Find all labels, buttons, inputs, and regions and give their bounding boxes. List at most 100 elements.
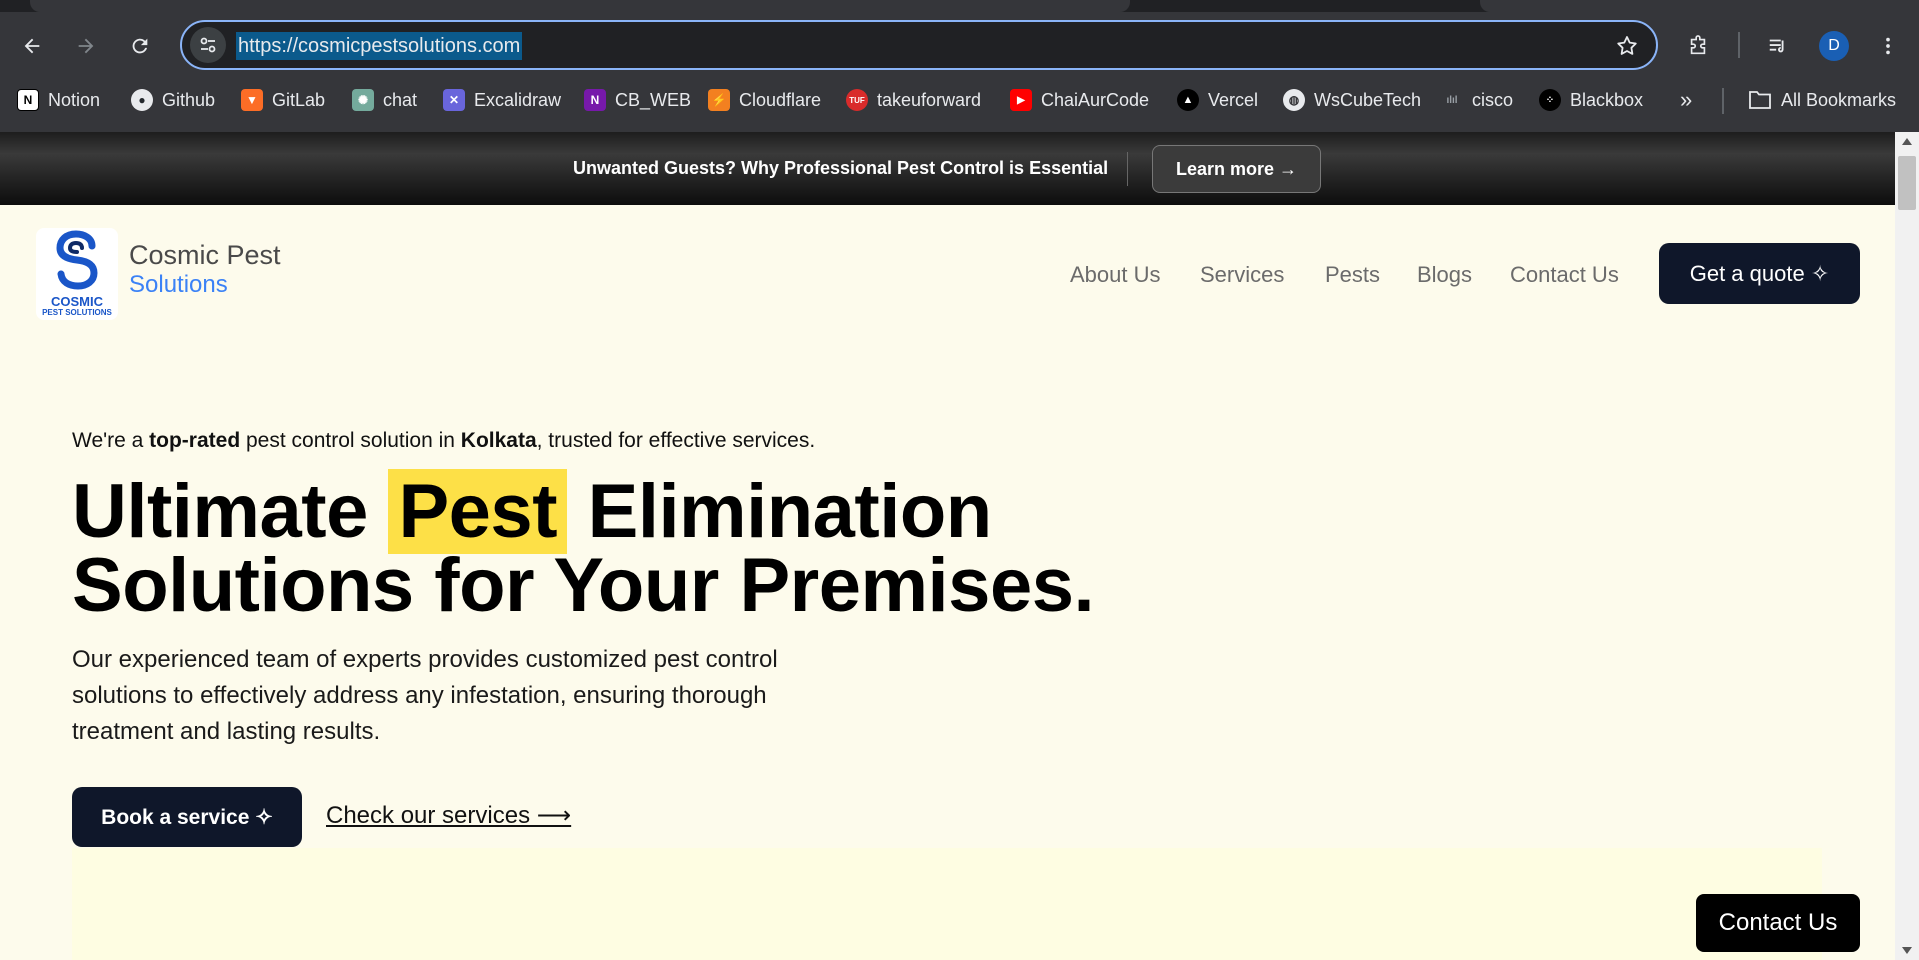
logo-wordmark: COSMIC xyxy=(51,294,103,309)
learn-more-button[interactable]: Learn more → xyxy=(1152,145,1321,193)
bookmark-notion[interactable]: N Notion xyxy=(17,84,100,116)
site-logo[interactable]: COSMIC PEST SOLUTIONS xyxy=(36,228,118,320)
bookmark-label: Cloudflare xyxy=(739,89,822,110)
active-tab[interactable] xyxy=(30,0,1130,12)
browser-chrome: https://cosmicpestsolutions.com D N Notio… xyxy=(0,0,1919,132)
back-button[interactable] xyxy=(14,28,50,64)
bookmarks-overflow-button[interactable]: » xyxy=(1680,84,1692,116)
vercel-icon: ▲ xyxy=(1177,89,1199,111)
bookmark-label: Vercel xyxy=(1208,89,1259,110)
hero-description: Our experienced team of experts provides… xyxy=(72,646,778,745)
excalidraw-icon: ✕ xyxy=(443,89,465,111)
scroll-down-arrow-icon[interactable] xyxy=(1902,947,1912,954)
url-text[interactable]: https://cosmicpestsolutions.com xyxy=(236,32,523,60)
bookmark-label: GitLab xyxy=(272,89,326,110)
announcement-text: Unwanted Guests? Why Professional Pest C… xyxy=(573,158,1109,178)
tagline-text: We're a xyxy=(72,429,150,452)
bookmark-takeuforward[interactable]: TUF takeuforward xyxy=(846,84,981,116)
reload-button[interactable] xyxy=(122,28,158,64)
bookmark-label: Github xyxy=(162,89,216,110)
hero-title-text: Elimination xyxy=(567,469,993,554)
bookmarks-divider xyxy=(1722,88,1724,114)
profile-avatar[interactable]: D xyxy=(1819,31,1849,61)
bookmark-chat[interactable]: ✺ chat xyxy=(352,84,417,116)
hero-title-text: Ultimate xyxy=(72,469,389,554)
nav-contact-us[interactable]: Contact Us xyxy=(1510,262,1619,288)
bookmark-label: cisco xyxy=(1472,89,1514,110)
cisco-icon: ılıl xyxy=(1446,94,1458,106)
nav-services[interactable]: Services xyxy=(1200,262,1284,288)
bookmark-star-icon[interactable] xyxy=(1612,31,1642,61)
page-scrollbar[interactable] xyxy=(1895,132,1919,960)
hero-media-panel xyxy=(72,848,1822,960)
nav-blogs[interactable]: Blogs xyxy=(1417,262,1472,288)
tagline-text: pest control solution in xyxy=(240,429,461,452)
bookmark-label: Excalidraw xyxy=(474,89,562,110)
media-list-icon xyxy=(1769,39,1784,53)
reload-icon xyxy=(132,38,148,54)
onenote-icon: N xyxy=(584,89,606,111)
blackbox-icon: ⁘ xyxy=(1539,89,1561,111)
scroll-thumb[interactable] xyxy=(1898,156,1916,210)
bookmarks-bar: N Notion ● Github ▼ GitLab ✺ chat ✕ Excalidra… xyxy=(0,84,1919,116)
hero-tagline: We're a top-rated pest control solution … xyxy=(72,429,815,453)
toolbar-divider xyxy=(1738,32,1740,58)
check-services-link[interactable]: Check our services ⟶ xyxy=(326,801,571,830)
github-icon: ● xyxy=(131,89,153,111)
nav-about-us[interactable]: About Us xyxy=(1070,262,1161,288)
announcement-bar: Unwanted Guests? Why Professional Pest C… xyxy=(0,132,1895,205)
chatgpt-icon: ✺ xyxy=(352,89,374,111)
address-bar[interactable]: https://cosmicpestsolutions.com xyxy=(180,20,1658,70)
puzzle-icon xyxy=(1690,35,1706,55)
bookmark-blackbox[interactable]: ⁘ Blackbox xyxy=(1539,84,1643,116)
announcement-divider xyxy=(1127,152,1128,186)
tuf-icon: TUF xyxy=(846,89,868,111)
cloudflare-icon: ⚡ xyxy=(708,89,730,111)
bookmark-cloudflare[interactable]: ⚡ Cloudflare xyxy=(708,84,821,116)
arrow-left-icon xyxy=(24,38,40,54)
forward-button[interactable] xyxy=(68,28,104,64)
bookmark-label: WsCubeTech xyxy=(1314,89,1422,110)
reading-list-button[interactable] xyxy=(1760,28,1796,64)
hero-title-highlight: Pest xyxy=(388,469,568,554)
hero-title: Ultimate Pest Elimination Solutions for … xyxy=(72,469,1095,624)
floating-contact-button[interactable]: Contact Us xyxy=(1696,894,1860,952)
youtube-icon: ▶ xyxy=(1010,89,1032,111)
background-tab[interactable] xyxy=(1480,0,1919,12)
bookmark-wscubetech[interactable]: ◍ WsCubeTech xyxy=(1283,84,1421,116)
bookmark-chaiaurcode[interactable]: ▶ ChaiAurCode xyxy=(1010,84,1149,116)
get-quote-button[interactable]: Get a quote ✧ xyxy=(1659,243,1860,304)
bookmark-label: ChaiAurCode xyxy=(1041,89,1150,110)
globe-icon: ◍ xyxy=(1283,89,1305,111)
tagline-emphasis: top-rated xyxy=(149,429,241,452)
bookmark-vercel[interactable]: ▲ Vercel xyxy=(1177,84,1258,116)
bookmark-github[interactable]: ● Github xyxy=(131,84,215,116)
extensions-button[interactable] xyxy=(1680,28,1716,64)
brand-name[interactable]: Cosmic Pest xyxy=(129,240,281,271)
bookmark-label: chat xyxy=(383,89,418,110)
bookmark-gitlab[interactable]: ▼ GitLab xyxy=(241,84,325,116)
nav-pests[interactable]: Pests xyxy=(1325,262,1380,288)
site-info-icon[interactable] xyxy=(190,27,226,63)
notion-icon: N xyxy=(17,89,39,111)
bookmark-cbweb[interactable]: N CB_WEB xyxy=(584,84,691,116)
kebab-menu-icon xyxy=(1886,37,1890,55)
book-service-button[interactable]: Book a service ✧ xyxy=(72,787,302,847)
bookmark-excalidraw[interactable]: ✕ Excalidraw xyxy=(443,84,561,116)
cosmic-logo-icon xyxy=(56,230,98,290)
brand-name-accent[interactable]: Solutions xyxy=(129,271,228,299)
logo-subtext: PEST SOLUTIONS xyxy=(42,308,112,317)
folder-icon xyxy=(1749,91,1771,109)
arrow-right-icon xyxy=(78,38,94,54)
menu-button[interactable] xyxy=(1870,28,1906,64)
tagline-location: Kolkata xyxy=(460,429,537,452)
bookmark-label: Notion xyxy=(48,89,101,110)
all-bookmarks-label: All Bookmarks xyxy=(1781,89,1897,110)
tab-strip xyxy=(0,0,1919,12)
bookmark-cisco[interactable]: ılıl cisco xyxy=(1441,84,1513,116)
tagline-text: , trusted for effective services. xyxy=(536,429,816,452)
bookmark-label: takeuforward xyxy=(877,89,982,110)
bookmark-label: Blackbox xyxy=(1570,89,1644,110)
all-bookmarks-button[interactable]: All Bookmarks xyxy=(1748,84,1896,116)
scroll-up-arrow-icon[interactable] xyxy=(1902,138,1912,145)
